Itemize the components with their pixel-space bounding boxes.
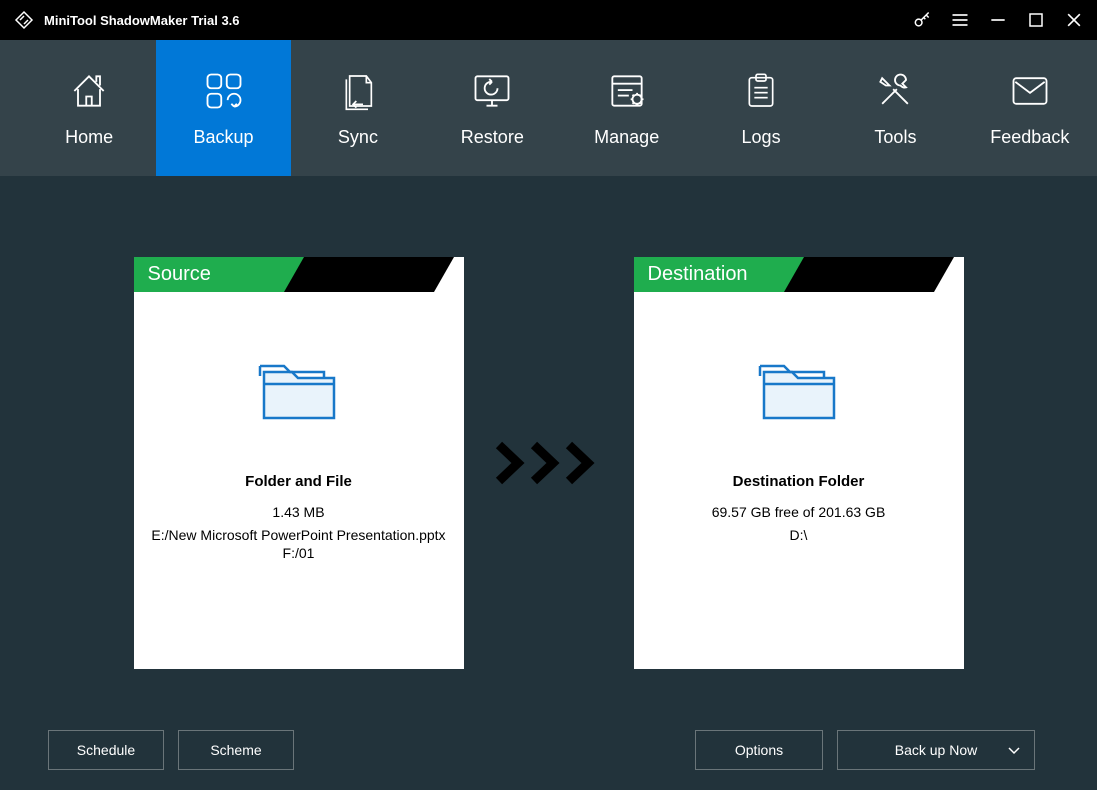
nav-label: Home (65, 127, 113, 148)
nav-label: Restore (461, 127, 524, 148)
nav-restore[interactable]: Restore (425, 40, 559, 176)
nav-feedback[interactable]: Feedback (963, 40, 1097, 176)
nav-label: Manage (594, 127, 659, 148)
schedule-button[interactable]: Schedule (48, 730, 164, 770)
nav-logs[interactable]: Logs (694, 40, 828, 176)
navbar: Home Backup Sync Restore Manage Logs T (0, 40, 1097, 176)
destination-header-label: Destination (634, 257, 789, 292)
header-decoration (804, 257, 934, 292)
sync-icon (338, 69, 378, 113)
nav-home[interactable]: Home (22, 40, 156, 176)
chevron-down-icon (1008, 742, 1020, 758)
backup-icon (202, 69, 246, 113)
arrow-icon (494, 441, 604, 485)
source-path-1: E:/New Microsoft PowerPoint Presentation… (151, 526, 445, 544)
folder-icon (754, 352, 844, 433)
tools-icon (873, 69, 917, 113)
scheme-button[interactable]: Scheme (178, 730, 294, 770)
card-header: Source (134, 257, 464, 292)
restore-icon (470, 69, 514, 113)
footer: Schedule Scheme Options Back up Now (0, 710, 1097, 790)
card-header: Destination (634, 257, 964, 292)
backup-now-label: Back up Now (895, 742, 977, 758)
nav-manage[interactable]: Manage (560, 40, 694, 176)
key-icon[interactable] (903, 0, 941, 40)
home-icon (67, 69, 111, 113)
manage-icon (605, 69, 649, 113)
titlebar: MiniTool ShadowMaker Trial 3.6 (0, 0, 1097, 40)
destination-title: Destination Folder (733, 473, 865, 490)
source-path-2: F:/01 (283, 544, 315, 562)
header-decoration (304, 257, 434, 292)
options-button[interactable]: Options (695, 730, 823, 770)
source-title: Folder and File (245, 473, 352, 490)
nav-sync[interactable]: Sync (291, 40, 425, 176)
app-title: MiniTool ShadowMaker Trial 3.6 (44, 13, 240, 28)
close-button[interactable] (1055, 0, 1093, 40)
folder-icon (254, 352, 344, 433)
nav-label: Backup (194, 127, 254, 148)
destination-card[interactable]: Destination Destination Folder 69.57 GB … (634, 257, 964, 669)
nav-tools[interactable]: Tools (828, 40, 962, 176)
nav-label: Tools (874, 127, 916, 148)
nav-label: Logs (742, 127, 781, 148)
menu-icon[interactable] (941, 0, 979, 40)
maximize-button[interactable] (1017, 0, 1055, 40)
nav-label: Feedback (990, 127, 1069, 148)
minimize-button[interactable] (979, 0, 1017, 40)
source-header-label: Source (134, 257, 289, 292)
app-logo-icon (12, 8, 36, 32)
destination-space: 69.57 GB free of 201.63 GB (712, 504, 886, 520)
logs-icon (741, 69, 781, 113)
destination-path: D:\ (790, 526, 808, 544)
nav-backup[interactable]: Backup (156, 40, 290, 176)
nav-label: Sync (338, 127, 378, 148)
source-size: 1.43 MB (272, 504, 324, 520)
backup-now-button[interactable]: Back up Now (837, 730, 1035, 770)
main-content: Source Folder and File 1.43 MB E:/New Mi… (0, 176, 1097, 710)
feedback-icon (1008, 69, 1052, 113)
source-card[interactable]: Source Folder and File 1.43 MB E:/New Mi… (134, 257, 464, 669)
